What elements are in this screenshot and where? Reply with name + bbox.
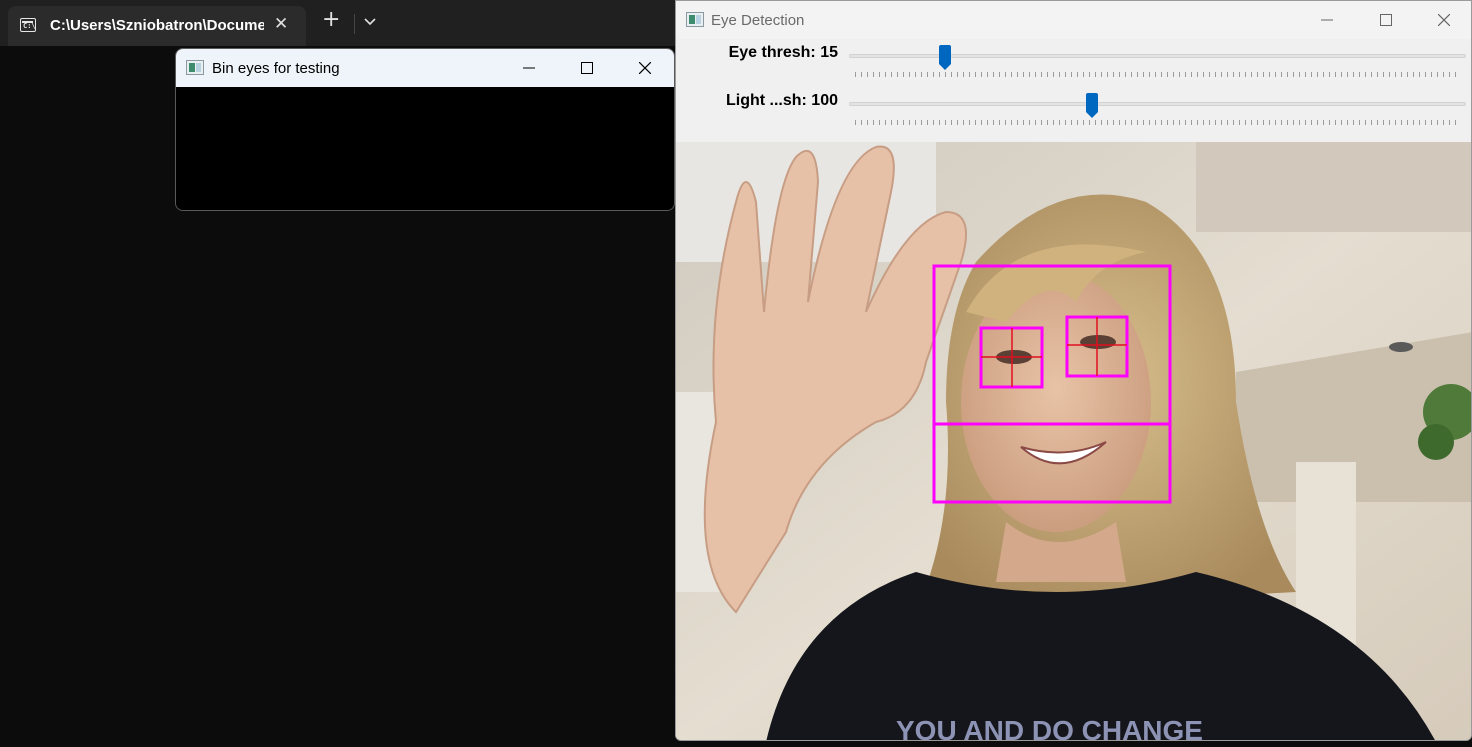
terminal-icon: C:\ [20, 18, 36, 32]
minimize-button[interactable] [1304, 2, 1350, 38]
maximize-button[interactable] [1363, 2, 1409, 38]
minimize-icon [523, 67, 535, 69]
eye-thresh-label: Eye thresh: 15 [728, 44, 838, 61]
close-icon [639, 62, 651, 74]
chevron-down-icon[interactable] [362, 13, 378, 29]
minimize-button[interactable] [506, 50, 552, 86]
app-icon [186, 60, 204, 75]
app-icon [686, 12, 704, 27]
close-icon [1438, 14, 1450, 26]
terminal-tab-bar: C:\ C:\Users\Szniobatron\Docume ✕ + [0, 0, 675, 46]
binary-eyes-image [176, 87, 674, 210]
terminal-tab[interactable]: C:\ C:\Users\Szniobatron\Docume ✕ [8, 6, 306, 46]
maximize-icon [1380, 14, 1392, 26]
terminal-tab-title: C:\Users\Szniobatron\Docume [50, 17, 264, 34]
eye-window-titlebar[interactable]: Eye Detection [676, 1, 1471, 39]
tab-divider [354, 14, 355, 34]
trackbar-panel: Eye thresh: 15 Light ...sh: 100 [676, 39, 1471, 142]
eye-thresh-ticks [855, 72, 1461, 77]
bin-window-titlebar[interactable]: Bin eyes for testing [176, 49, 674, 87]
camera-feed: YOU AND DO CHANGE [676, 142, 1471, 741]
new-tab-icon[interactable]: + [322, 9, 340, 31]
eye-detection-window: Eye Detection Eye thresh: 15 Light ...sh… [675, 0, 1472, 741]
close-button[interactable] [622, 50, 668, 86]
bin-window-title: Bin eyes for testing [212, 60, 340, 77]
webcam-image: YOU AND DO CHANGE [676, 142, 1471, 741]
maximize-icon [581, 62, 593, 74]
eye-thresh-slider-thumb[interactable] [938, 45, 952, 71]
close-tab-icon[interactable]: ✕ [274, 14, 288, 34]
close-button[interactable] [1421, 2, 1467, 38]
bin-eyes-window: Bin eyes for testing [175, 48, 675, 211]
light-thresh-label: Light ...sh: 100 [725, 92, 838, 109]
maximize-button[interactable] [564, 50, 610, 86]
eye-window-title: Eye Detection [711, 12, 805, 29]
light-thresh-ticks [855, 120, 1461, 125]
light-thresh-slider-thumb[interactable] [1085, 93, 1099, 119]
svg-text:YOU AND DO CHANGE: YOU AND DO CHANGE [896, 715, 1203, 741]
minimize-icon [1321, 19, 1333, 21]
light-thresh-track[interactable] [849, 102, 1466, 106]
